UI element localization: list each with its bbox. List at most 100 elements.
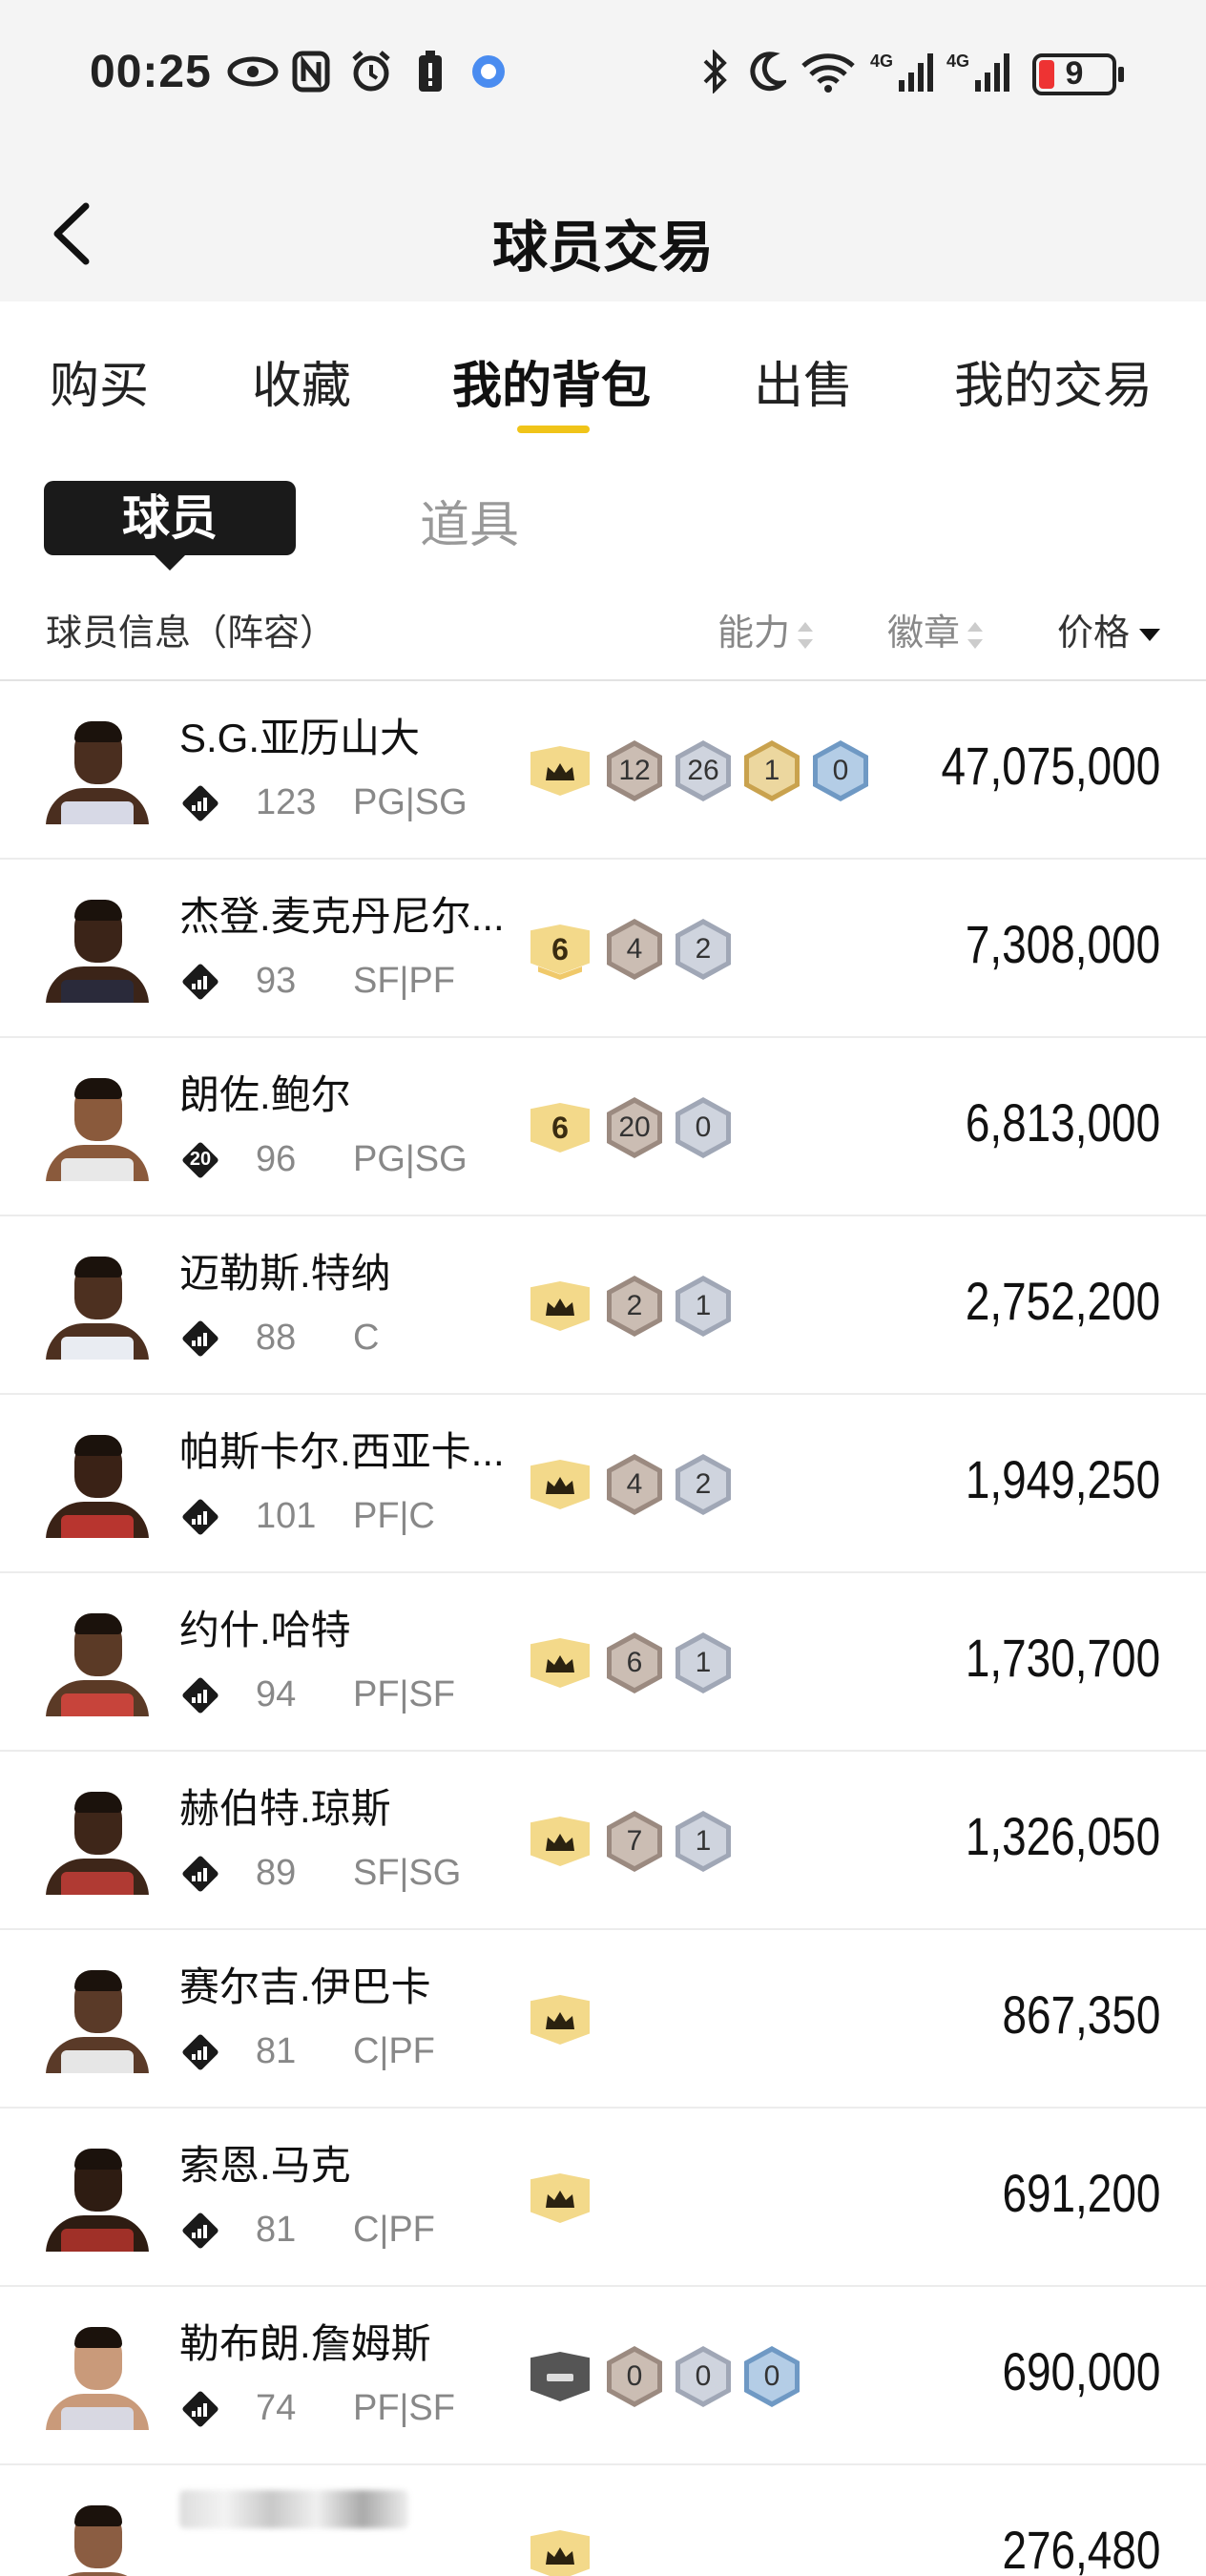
player-price: 7,308,000 bbox=[965, 914, 1160, 974]
player-position: C bbox=[353, 1318, 380, 1358]
player-row[interactable]: 约什.哈特 94 PF|SF 6 1 1,730,700 bbox=[0, 1573, 1206, 1752]
player-name: S.G.亚历山大 bbox=[179, 716, 421, 760]
player-position: C|PF bbox=[353, 2031, 435, 2071]
hof-badge-icon: 12 bbox=[607, 740, 662, 801]
battery-indicator: 9 bbox=[1032, 53, 1124, 95]
badge-count: 2 bbox=[695, 933, 712, 965]
player-overall: 96 bbox=[256, 1139, 297, 1179]
badge-count: 2 bbox=[695, 1468, 712, 1500]
moon-icon bbox=[746, 50, 786, 93]
gold-badge-icon: 2 bbox=[676, 1454, 731, 1515]
column-badges-sort[interactable]: 徽章 bbox=[887, 603, 984, 655]
tab-sell[interactable]: 出售 bbox=[754, 345, 853, 417]
player-row[interactable]: 赛尔吉.伊巴卡 81 C|PF 867,350 bbox=[0, 1930, 1206, 2109]
player-position: SF|SG bbox=[353, 1853, 462, 1893]
column-price-sort[interactable]: 价格 bbox=[1057, 603, 1161, 655]
player-row[interactable]: 赫伯特.琼斯 89 SF|SG 7 1 1,326,050 bbox=[0, 1752, 1206, 1930]
badge-count: 2 bbox=[626, 1290, 643, 1321]
column-player-info: 球员信息（阵容） bbox=[46, 613, 337, 654]
hof-badge-icon: 20 bbox=[607, 1097, 662, 1158]
player-row[interactable]: 杰登.麦克丹尼尔... 93 SF|PF 6 4 2 7,308,000 bbox=[0, 860, 1206, 1038]
alarm-icon bbox=[349, 50, 393, 93]
player-avatar bbox=[42, 2498, 153, 2576]
hof-badge-icon: 0 bbox=[607, 2346, 662, 2407]
player-price: 2,752,200 bbox=[965, 1271, 1160, 1331]
subtab-players[interactable]: 球员 bbox=[44, 481, 296, 571]
player-row[interactable]: 276,480 bbox=[0, 2465, 1206, 2576]
tab-my-backpack[interactable]: 我的背包 bbox=[452, 345, 651, 417]
sort-descending-icon bbox=[1139, 629, 1161, 642]
crown-rank-icon bbox=[530, 2530, 590, 2576]
player-overall: 88 bbox=[256, 1318, 297, 1358]
sort-icon bbox=[798, 621, 814, 649]
player-position: PF|C bbox=[353, 1496, 435, 1536]
tab-buy[interactable]: 购买 bbox=[50, 345, 149, 417]
bluetooth-icon bbox=[700, 50, 729, 93]
eye-icon bbox=[227, 50, 279, 93]
badge-count: 0 bbox=[626, 2360, 643, 2392]
badge-count: 7 bbox=[626, 1825, 643, 1857]
player-row[interactable]: 朗佐.鲍尔 20 96 PG|SG 6 20 0 6,813,000 bbox=[0, 1038, 1206, 1216]
badge-counts: 12 26 1 0 bbox=[607, 740, 868, 801]
player-avatar bbox=[42, 1963, 153, 2073]
gold-badge-icon: 2 bbox=[676, 919, 731, 980]
player-name: 索恩.马克 bbox=[179, 2143, 351, 2188]
player-price: 1,326,050 bbox=[965, 1806, 1160, 1866]
crown-rank-icon bbox=[530, 1460, 590, 1509]
player-overall: 81 bbox=[256, 2210, 297, 2250]
player-avatar bbox=[42, 2319, 153, 2430]
rating-icon bbox=[181, 2212, 219, 2250]
player-name-blurred bbox=[179, 2490, 408, 2528]
player-row[interactable]: 勒布朗.詹姆斯 74 PF|SF 0 0 0 690,000 bbox=[0, 2287, 1206, 2465]
badge-count: 20 bbox=[618, 1111, 651, 1143]
player-name: 帕斯卡尔.西亚卡... bbox=[179, 1429, 505, 1474]
player-price: 867,350 bbox=[1002, 1984, 1160, 2045]
level-rank-icon: 6 bbox=[530, 924, 590, 980]
player-price: 6,813,000 bbox=[965, 1092, 1160, 1153]
tab-my-trades[interactable]: 我的交易 bbox=[954, 345, 1153, 417]
tab-favorites[interactable]: 收藏 bbox=[252, 345, 351, 417]
sort-icon bbox=[967, 621, 984, 649]
badge-count: 6 bbox=[626, 1647, 643, 1678]
crown-rank-icon bbox=[530, 1281, 590, 1331]
badge-count: 4 bbox=[626, 933, 643, 965]
rating-icon bbox=[181, 1498, 219, 1536]
status-time: 00:25 bbox=[90, 47, 212, 97]
crown-rank-icon bbox=[530, 2173, 590, 2223]
hof-badge-icon: 4 bbox=[607, 1454, 662, 1515]
player-name: 赫伯特.琼斯 bbox=[179, 1786, 391, 1831]
badge-counts: 0 0 0 bbox=[607, 2346, 800, 2407]
player-price: 276,480 bbox=[1002, 2520, 1160, 2576]
player-avatar bbox=[42, 2141, 153, 2252]
crown-rank-icon bbox=[530, 746, 590, 796]
player-row[interactable]: 帕斯卡尔.西亚卡... 101 PF|C 4 2 1,949,250 bbox=[0, 1395, 1206, 1573]
player-avatar bbox=[42, 1249, 153, 1360]
subtab-items[interactable]: 道具 bbox=[420, 485, 519, 556]
player-price: 690,000 bbox=[1002, 2341, 1160, 2401]
badge-count: 1 bbox=[763, 755, 780, 786]
crown-rank-icon bbox=[530, 1995, 590, 2045]
crown-rank-icon bbox=[530, 1817, 590, 1866]
player-row[interactable]: 迈勒斯.特纳 88 C 2 1 2,752,200 bbox=[0, 1216, 1206, 1395]
gold-badge-icon: 1 bbox=[676, 1632, 731, 1693]
badge-count: 1 bbox=[695, 1647, 712, 1678]
rating-icon bbox=[181, 2390, 219, 2428]
badge-count: 0 bbox=[832, 755, 849, 786]
player-overall: 93 bbox=[256, 961, 297, 1001]
player-row[interactable]: S.G.亚历山大 123 PG|SG 12 26 1 0 47,075,000 bbox=[0, 681, 1206, 860]
gold-badge-icon: 0 bbox=[676, 2346, 731, 2407]
rating-icon bbox=[181, 1676, 219, 1714]
player-name: 迈勒斯.特纳 bbox=[179, 1251, 391, 1296]
nfc-icon bbox=[292, 50, 330, 93]
badge-count: 26 bbox=[687, 755, 719, 786]
player-price: 1,730,700 bbox=[965, 1628, 1160, 1688]
player-row[interactable]: 索恩.马克 81 C|PF 691,200 bbox=[0, 2109, 1206, 2287]
bronze-badge-icon: 0 bbox=[813, 740, 868, 801]
badge-counts: 42 bbox=[607, 1454, 731, 1515]
badge-count: 0 bbox=[695, 1111, 712, 1143]
player-avatar bbox=[42, 892, 153, 1003]
column-ability-sort[interactable]: 能力 bbox=[717, 603, 814, 655]
player-avatar bbox=[42, 1427, 153, 1538]
player-overall: 123 bbox=[256, 782, 317, 822]
column-badges-label: 徽章 bbox=[887, 613, 961, 654]
